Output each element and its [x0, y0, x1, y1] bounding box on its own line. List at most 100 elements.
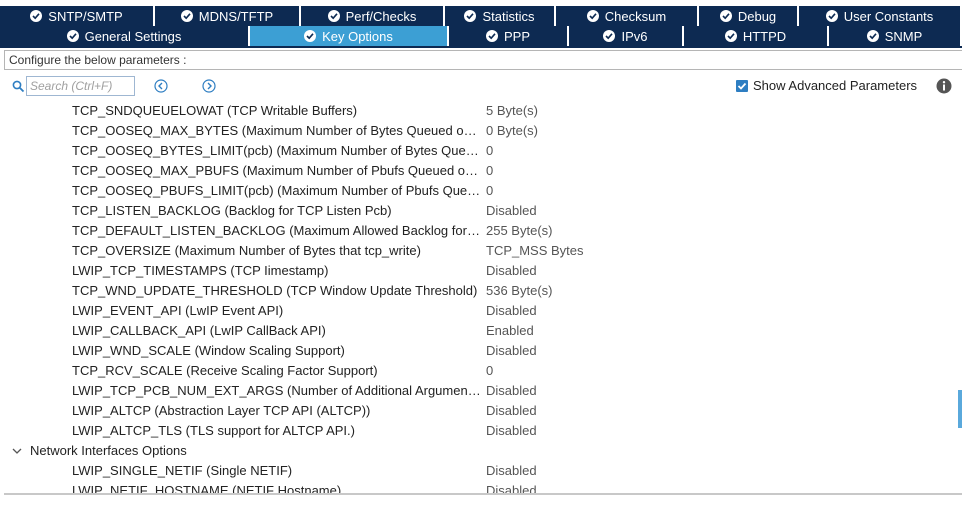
tab-label: General Settings: [84, 28, 182, 44]
parameter-row[interactable]: TCP_OOSEQ_MAX_BYTES (Maximum Number of B…: [0, 121, 962, 141]
tab-label: Statistics: [482, 8, 535, 24]
parameter-row[interactable]: LWIP_CALLBACK_API (LwIP CallBack API) Ena…: [0, 321, 962, 341]
tab-user-constants[interactable]: User Constants: [799, 6, 962, 26]
tab-label: User Constants: [843, 8, 934, 24]
parameter-row[interactable]: TCP_RCV_SCALE (Receive Scaling Factor Su…: [0, 361, 962, 381]
parameter-name: LWIP_EVENT_API (LwIP Event API): [72, 303, 284, 318]
tab-sntp-smtp[interactable]: SNTP/SMTP: [0, 6, 155, 26]
parameter-value[interactable]: Disabled: [486, 341, 537, 361]
previous-result-icon[interactable]: [154, 79, 168, 93]
parameter-row[interactable]: LWIP_ALTCP_TLS (TLS support for ALTCP AP…: [0, 421, 962, 441]
scrollbar-thumb[interactable]: [958, 390, 962, 428]
parameter-value[interactable]: 0 Byte(s): [486, 121, 538, 141]
tab-httpd[interactable]: HTTPD: [684, 26, 829, 46]
parameter-row[interactable]: TCP_DEFAULT_LISTEN_BACKLOG (Maximum Allo…: [0, 221, 962, 241]
check-circle-icon: [485, 30, 498, 42]
parameter-row[interactable]: TCP_OOSEQ_BYTES_LIMIT(pcb) (Maximum Numb…: [0, 141, 962, 161]
parameter-value[interactable]: Disabled: [486, 301, 537, 321]
parameter-row[interactable]: TCP_OOSEQ_MAX_PBUFS (Maximum Number of P…: [0, 161, 962, 181]
check-circle-icon: [866, 30, 879, 42]
tab-snmp[interactable]: SNMP: [829, 26, 962, 46]
parameter-name: TCP_DEFAULT_LISTEN_BACKLOG (Maximum Allo…: [72, 223, 482, 238]
parameter-row[interactable]: LWIP_ALTCP (Abstraction Layer TCP API (A…: [0, 401, 962, 421]
parameter-row[interactable]: LWIP_SINGLE_NETIF (Single NETIF) Disabled: [0, 461, 962, 481]
tab-checksum[interactable]: Checksum: [556, 6, 699, 26]
chevron-down-icon[interactable]: [12, 447, 22, 455]
check-circle-icon: [825, 10, 838, 22]
parameter-row[interactable]: TCP_LISTEN_BACKLOG (Backlog for TCP List…: [0, 201, 962, 221]
parameter-list: TCP_SNDQUEUELOWAT (TCP Writable Buffers)…: [0, 100, 962, 493]
parameter-row[interactable]: LWIP_EVENT_API (LwIP Event API) Disabled: [0, 301, 962, 321]
tab-key-options[interactable]: Key Options: [250, 26, 449, 46]
checkmark-icon: [737, 82, 747, 90]
tab-mdns-tftp[interactable]: MDNS/TFTP: [155, 6, 301, 26]
parameter-name: LWIP_ALTCP (Abstraction Layer TCP API (A…: [72, 403, 371, 418]
next-result-icon[interactable]: [202, 79, 216, 93]
check-circle-icon: [327, 10, 340, 22]
parameter-value[interactable]: 5 Byte(s): [486, 101, 538, 121]
tab-label: SNMP: [884, 28, 923, 44]
tab-general-settings[interactable]: General Settings: [0, 26, 250, 46]
parameter-row[interactable]: LWIP_NETIF_HOSTNAME (NETIF Hostname) Disa…: [0, 481, 962, 493]
panel-bottom-border: [4, 493, 962, 495]
tab-label: Perf/Checks: [345, 8, 417, 24]
parameter-name: TCP_WND_UPDATE_THRESHOLD (TCP Window Upd…: [72, 283, 478, 298]
tab-label: PPP: [503, 28, 530, 44]
parameter-value[interactable]: Enabled: [486, 321, 534, 341]
parameter-value[interactable]: 0: [486, 161, 493, 181]
parameter-name: LWIP_TCP_PCB_NUM_EXT_ARGS (Number of Add…: [72, 383, 482, 398]
search-input[interactable]: [26, 76, 135, 96]
show-advanced-checkbox[interactable]: [736, 80, 748, 92]
check-circle-icon: [724, 30, 737, 42]
parameter-value[interactable]: 255 Byte(s): [486, 221, 552, 241]
parameter-row[interactable]: TCP_OOSEQ_PBUFS_LIMIT(pcb) (Maximum Numb…: [0, 181, 962, 201]
info-icon[interactable]: [936, 78, 952, 94]
tab-bar-row-1: SNTP/SMTP MDNS/TFTP Perf/Checks Statistics C…: [0, 6, 962, 26]
tab-label: Key Options: [322, 28, 393, 44]
tab-ipv6[interactable]: IPv6: [569, 26, 684, 46]
parameter-value[interactable]: Disabled: [486, 461, 537, 481]
parameter-name: LWIP_ALTCP_TLS (TLS support for ALTCP AP…: [72, 423, 355, 438]
group-network-interfaces[interactable]: Network Interfaces Options: [0, 441, 962, 461]
tab-debug[interactable]: Debug: [699, 6, 799, 26]
parameter-name: TCP_RCV_SCALE (Receive Scaling Factor Su…: [72, 363, 378, 378]
parameter-name: TCP_OOSEQ_BYTES_LIMIT(pcb) (Maximum Numb…: [72, 143, 482, 158]
parameter-value[interactable]: TCP_MSS Bytes: [486, 241, 584, 261]
check-circle-icon: [586, 10, 599, 22]
parameter-row[interactable]: TCP_WND_UPDATE_THRESHOLD (TCP Window Upd…: [0, 281, 962, 301]
parameter-value[interactable]: 536 Byte(s): [486, 281, 552, 301]
tab-bar-row-2: General Settings Key Options PPP IPv6 HTTPD S…: [0, 26, 962, 46]
parameter-value[interactable]: Disabled: [486, 201, 537, 221]
parameter-row[interactable]: TCP_OVERSIZE (Maximum Number of Bytes th…: [0, 241, 962, 261]
parameter-row[interactable]: LWIP_TCP_TIMESTAMPS (TCP Iimestamp) Disab…: [0, 261, 962, 281]
check-circle-icon: [719, 10, 732, 22]
parameter-row[interactable]: LWIP_WND_SCALE (Window Scaling Support) D…: [0, 341, 962, 361]
tab-label: HTTPD: [742, 28, 787, 44]
check-circle-icon: [66, 30, 79, 42]
tab-statistics[interactable]: Statistics: [445, 6, 556, 26]
config-header: Configure the below parameters :: [4, 50, 962, 70]
tab-label: Debug: [737, 8, 777, 24]
tab-perf-checks[interactable]: Perf/Checks: [301, 6, 445, 26]
parameter-name: LWIP_SINGLE_NETIF (Single NETIF): [72, 463, 293, 478]
parameter-value[interactable]: Disabled: [486, 381, 537, 401]
parameter-value[interactable]: 0: [486, 141, 493, 161]
parameter-row[interactable]: LWIP_TCP_PCB_NUM_EXT_ARGS (Number of Add…: [0, 381, 962, 401]
check-circle-icon: [304, 30, 317, 42]
parameter-name: LWIP_NETIF_HOSTNAME (NETIF Hostname): [72, 483, 342, 493]
parameter-row[interactable]: TCP_SNDQUEUELOWAT (TCP Writable Buffers)…: [0, 101, 962, 121]
parameter-name: TCP_SNDQUEUELOWAT (TCP Writable Buffers): [72, 103, 358, 118]
check-circle-icon: [603, 30, 616, 42]
parameter-value[interactable]: Disabled: [486, 421, 537, 441]
parameter-value[interactable]: Disabled: [486, 401, 537, 421]
parameter-value[interactable]: 0: [486, 181, 493, 201]
tab-ppp[interactable]: PPP: [449, 26, 569, 46]
tab-label: IPv6: [621, 28, 648, 44]
check-circle-icon: [30, 10, 43, 22]
parameter-value[interactable]: 0: [486, 361, 493, 381]
parameter-name: TCP_OOSEQ_MAX_PBUFS (Maximum Number of P…: [72, 163, 482, 178]
tab-label: Checksum: [604, 8, 667, 24]
parameter-value[interactable]: Disabled: [486, 481, 537, 493]
parameter-value[interactable]: Disabled: [486, 261, 537, 281]
parameter-name: TCP_OOSEQ_PBUFS_LIMIT(pcb) (Maximum Numb…: [72, 183, 482, 198]
